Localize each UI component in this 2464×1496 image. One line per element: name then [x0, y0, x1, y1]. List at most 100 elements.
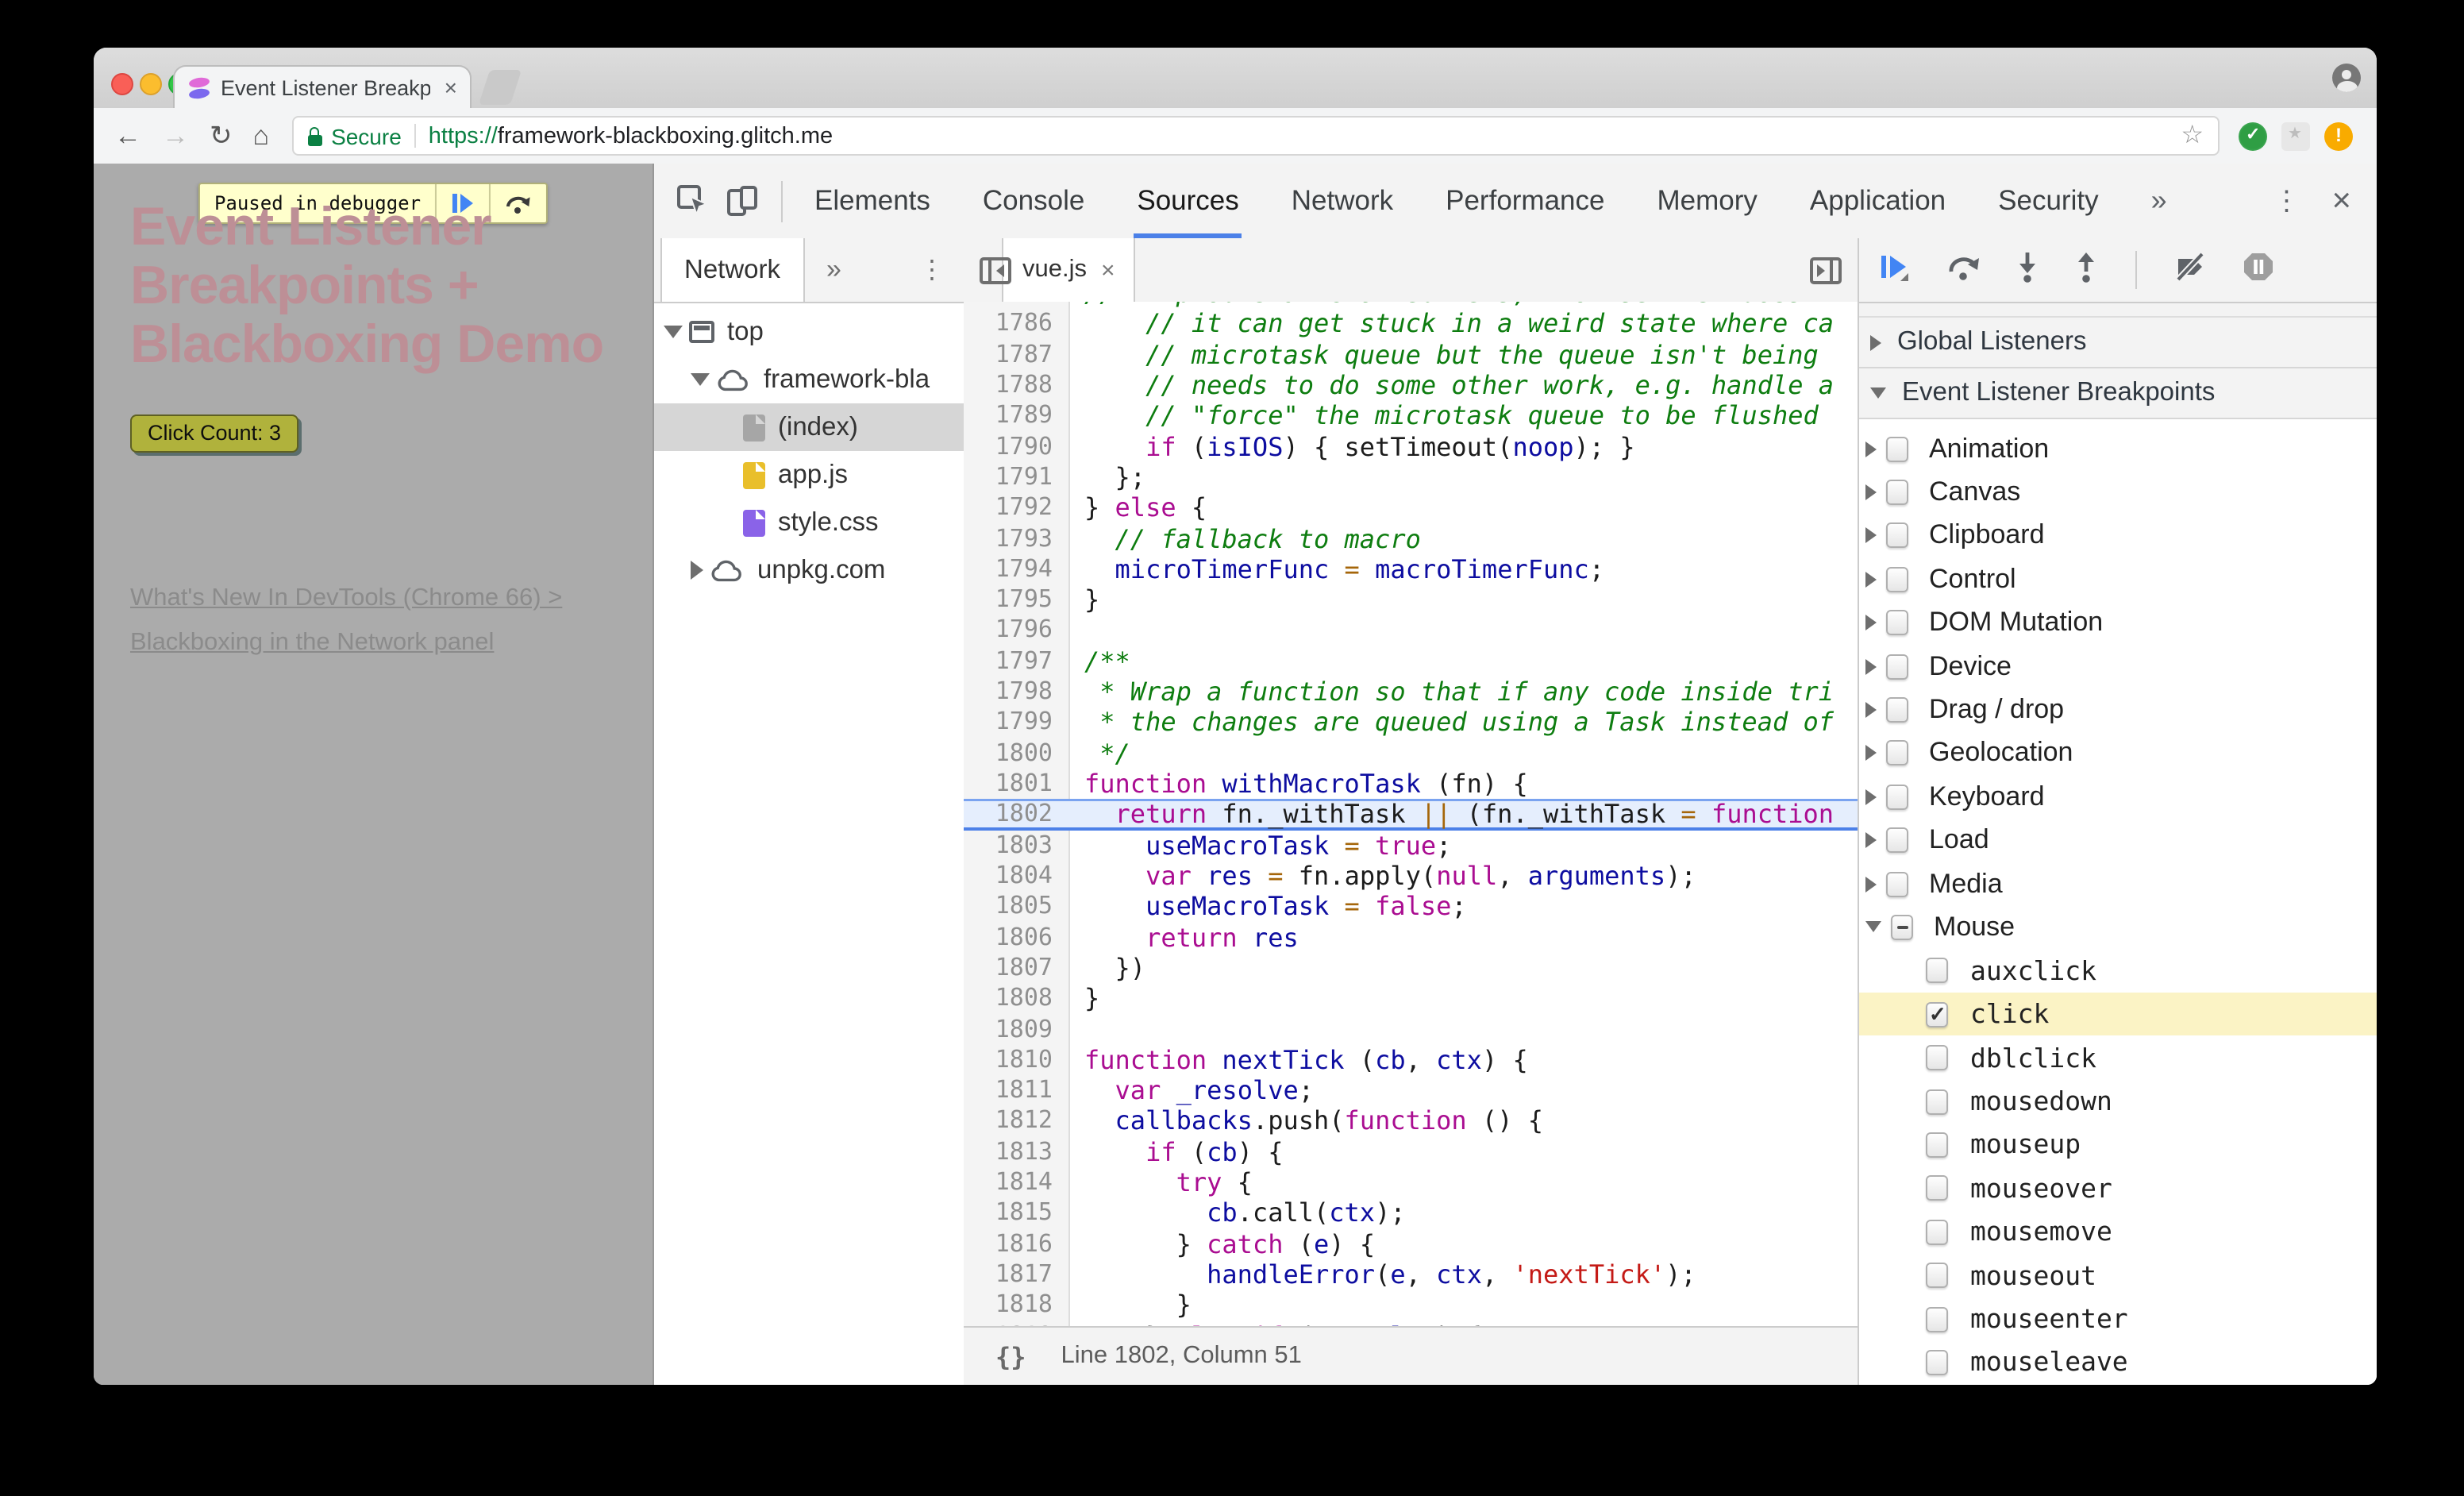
- line-number[interactable]: 1809: [964, 1014, 1068, 1045]
- line-number[interactable]: 1797: [964, 646, 1068, 677]
- chevron-down-icon[interactable]: [1865, 921, 1881, 933]
- extension-alert-icon[interactable]: [2324, 121, 2353, 150]
- blackboxing-network-link[interactable]: Blackboxing in the Network panel: [130, 621, 562, 665]
- address-bar[interactable]: Secure https://framework-blackboxing.gli…: [291, 116, 2220, 156]
- event-checkbox[interactable]: [1926, 1219, 1948, 1245]
- file-tree-item-framework-bla[interactable]: framework-bla: [654, 356, 964, 403]
- line-number[interactable]: 1793: [964, 523, 1068, 554]
- devtools-tab-network[interactable]: Network: [1292, 164, 1393, 238]
- code-viewport[interactable]: 1785 // in problematic UIWebViews, Promis…: [964, 302, 1858, 1328]
- devtools-tab-application[interactable]: Application: [1810, 164, 1946, 238]
- devtools-tab-console[interactable]: Console: [983, 164, 1084, 238]
- breakpoint-category-media[interactable]: Media: [1859, 862, 2377, 906]
- event-checkbox[interactable]: [1926, 1001, 1948, 1028]
- devtools-tab-memory[interactable]: Memory: [1657, 164, 1758, 238]
- devtools-tab-performance[interactable]: Performance: [1446, 164, 1604, 238]
- chevron-right-icon[interactable]: [1865, 441, 1877, 457]
- line-number[interactable]: 1818: [964, 1290, 1068, 1321]
- devtools-whats-new-link[interactable]: What's New In DevTools (Chrome 66) >: [130, 576, 562, 621]
- breakpoint-event-mouseup[interactable]: mouseup: [1859, 1124, 2377, 1167]
- breakpoint-event-dblclick[interactable]: dblclick: [1859, 1036, 2377, 1080]
- line-number[interactable]: 1791: [964, 462, 1068, 493]
- line-number[interactable]: 1812: [964, 1106, 1068, 1137]
- devtools-tab-sources[interactable]: Sources: [1134, 164, 1243, 238]
- line-number[interactable]: 1790: [964, 431, 1068, 462]
- deactivate-breakpoints-icon[interactable]: [2173, 250, 2208, 290]
- breakpoint-event-mousedown[interactable]: mousedown: [1859, 1080, 2377, 1124]
- more-tabs-icon[interactable]: »: [826, 254, 841, 286]
- profile-avatar[interactable]: [2332, 64, 2361, 92]
- category-checkbox[interactable]: [1886, 784, 1908, 810]
- category-checkbox[interactable]: [1886, 871, 1908, 897]
- event-checkbox[interactable]: [1926, 1263, 1948, 1289]
- event-checkbox[interactable]: [1926, 958, 1948, 984]
- breakpoint-category-device[interactable]: Device: [1859, 645, 2377, 688]
- line-number[interactable]: 1785: [964, 302, 1068, 309]
- browser-tab[interactable]: Event Listener Breakpoints + B ×: [173, 65, 472, 108]
- chevron-right-icon[interactable]: [1865, 658, 1877, 675]
- line-number[interactable]: 1804: [964, 861, 1068, 892]
- breakpoint-category-keyboard[interactable]: Keyboard: [1859, 775, 2377, 819]
- event-checkbox[interactable]: [1926, 1349, 1948, 1375]
- line-number[interactable]: 1795: [964, 584, 1068, 615]
- refresh-icon[interactable]: ↻: [210, 122, 233, 149]
- breakpoint-event-mouseleave[interactable]: mouseleave: [1859, 1340, 2377, 1384]
- line-number[interactable]: 1815: [964, 1198, 1068, 1229]
- line-number[interactable]: 1802: [964, 800, 1068, 831]
- line-number[interactable]: 1787: [964, 339, 1068, 370]
- pause-on-exceptions-icon[interactable]: [2242, 250, 2275, 290]
- event-checkbox[interactable]: [1926, 1306, 1948, 1332]
- chevron-right-icon[interactable]: [1865, 876, 1877, 893]
- line-number[interactable]: 1806: [964, 922, 1068, 953]
- category-checkbox[interactable]: [1886, 522, 1908, 549]
- event-checkbox[interactable]: [1926, 1175, 1948, 1201]
- devtools-close-icon[interactable]: ×: [2331, 182, 2351, 220]
- line-number[interactable]: 1788: [964, 370, 1068, 401]
- line-number[interactable]: 1799: [964, 708, 1068, 738]
- line-number[interactable]: 1810: [964, 1045, 1068, 1076]
- navigator-menu-dots-icon[interactable]: ⋮: [919, 254, 945, 286]
- category-checkbox[interactable]: [1886, 697, 1908, 723]
- line-number[interactable]: 1805: [964, 892, 1068, 923]
- editor-tab-close-icon[interactable]: ×: [1101, 256, 1115, 283]
- navigator-tab-network[interactable]: Network: [660, 238, 805, 302]
- line-number[interactable]: 1800: [964, 738, 1068, 769]
- category-checkbox[interactable]: [1886, 566, 1908, 592]
- line-number[interactable]: 1816: [964, 1228, 1068, 1259]
- line-number[interactable]: 1803: [964, 830, 1068, 861]
- line-number[interactable]: 1786: [964, 309, 1068, 340]
- breakpoint-category-drag-drop[interactable]: Drag / drop: [1859, 688, 2377, 732]
- file-tree-item-unpkg-com[interactable]: unpkg.com: [654, 546, 964, 594]
- extension-dimmed-icon[interactable]: [2281, 121, 2310, 150]
- category-checkbox[interactable]: [1886, 480, 1908, 506]
- chevron-right-icon[interactable]: [1865, 571, 1877, 588]
- section-global-listeners[interactable]: Global Listeners: [1859, 318, 2377, 368]
- breakpoint-category-load[interactable]: Load: [1859, 819, 2377, 862]
- category-checkbox[interactable]: [1886, 436, 1908, 462]
- breakpoint-category-animation[interactable]: Animation: [1859, 427, 2377, 471]
- breakpoint-event-mouseout[interactable]: mouseout: [1859, 1254, 2377, 1297]
- chevron-right-icon[interactable]: [1865, 484, 1877, 501]
- breakpoint-category-geolocation[interactable]: Geolocation: [1859, 731, 2377, 775]
- breakpoint-category-clipboard[interactable]: Clipboard: [1859, 515, 2377, 558]
- click-count-button[interactable]: Click Count: 3: [130, 414, 299, 453]
- breakpoint-category-control[interactable]: Control: [1859, 557, 2377, 601]
- chevron-down-icon[interactable]: [664, 326, 683, 338]
- category-checkbox[interactable]: [1891, 914, 1913, 940]
- file-tree-item-app-js[interactable]: app.js: [654, 451, 964, 499]
- devtools-tab-elements[interactable]: Elements: [814, 164, 930, 238]
- category-checkbox[interactable]: [1886, 740, 1908, 766]
- inspect-element-icon[interactable]: [676, 184, 710, 218]
- breakpoint-event-click[interactable]: click: [1859, 993, 2377, 1036]
- breakpoint-event-mouseover[interactable]: mouseover: [1859, 1166, 2377, 1210]
- close-window-button[interactable]: [111, 73, 133, 95]
- line-number[interactable]: 1807: [964, 953, 1068, 984]
- line-number[interactable]: 1801: [964, 769, 1068, 800]
- tab-close-icon[interactable]: ×: [445, 76, 457, 98]
- line-number[interactable]: 1813: [964, 1137, 1068, 1168]
- chevron-right-icon[interactable]: [1865, 832, 1877, 849]
- chevron-right-icon[interactable]: [1865, 788, 1877, 805]
- breakpoint-event-mousemove[interactable]: mousemove: [1859, 1210, 2377, 1254]
- file-tree-item-style-css[interactable]: style.css: [654, 499, 964, 546]
- file-tree-item-index[interactable]: (index): [654, 403, 964, 451]
